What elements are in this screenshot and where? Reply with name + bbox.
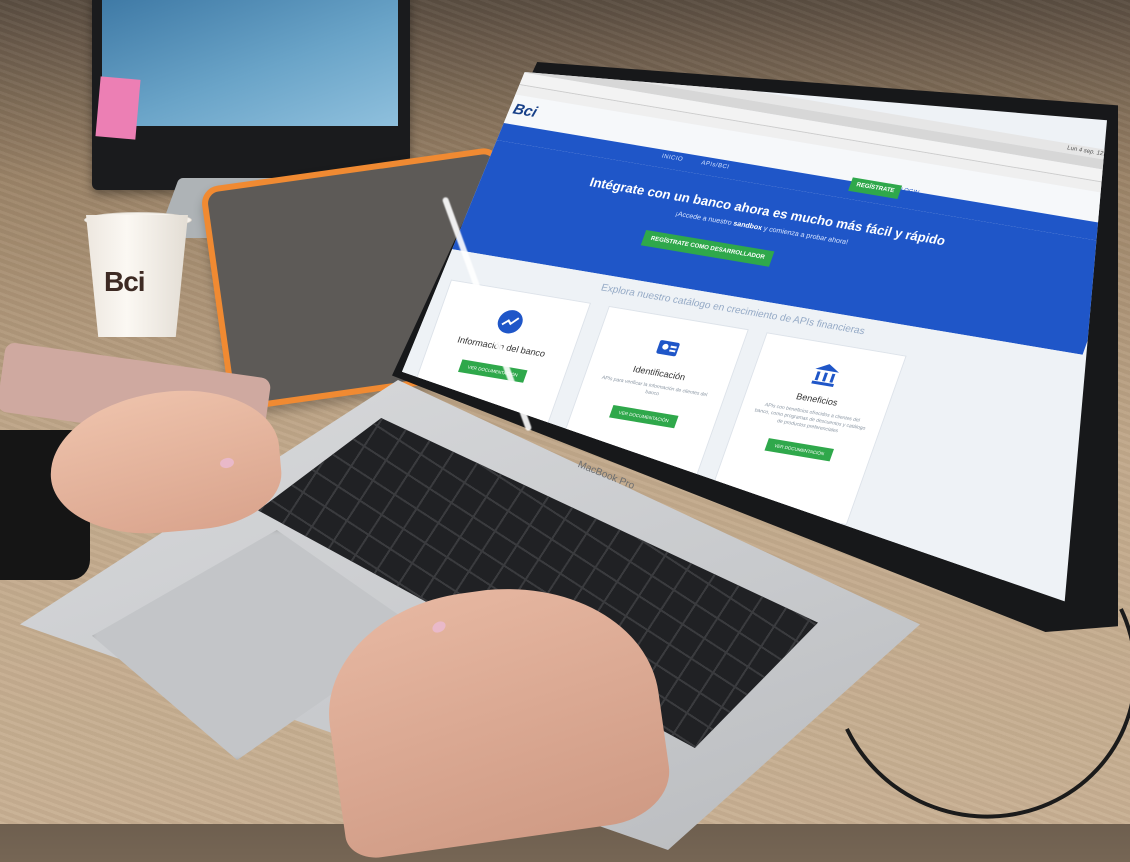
monitor-screen — [102, 0, 398, 126]
nav-link-apis[interactable]: APIs/BCI — [700, 160, 730, 170]
nav-link-inicio[interactable]: INICIO — [661, 154, 684, 163]
bank-building-icon — [806, 358, 846, 392]
card-doc-button[interactable]: VER DOCUMENTACIÓN — [764, 438, 835, 462]
card-doc-button[interactable]: VER DOCUMENTACIÓN — [608, 404, 679, 429]
register-developer-button[interactable]: REGÍSTRATE COMO DESARROLLADOR — [640, 229, 775, 267]
background-monitor — [92, 0, 410, 190]
site-logo[interactable]: Bci — [511, 101, 540, 121]
cup-logo: Bci — [104, 266, 146, 297]
card-doc-button[interactable]: VER DOCUMENTACIÓN — [457, 359, 528, 383]
sticky-note — [95, 76, 141, 140]
id-card-icon — [648, 331, 688, 365]
